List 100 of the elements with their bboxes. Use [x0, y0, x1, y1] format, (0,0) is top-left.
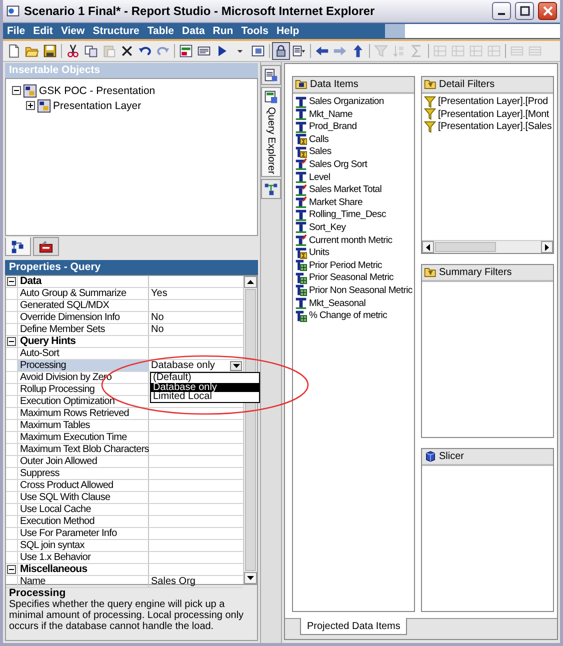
property-name[interactable]: Override Dimension Info	[18, 312, 149, 323]
toolbar-button[interactable]	[177, 42, 195, 60]
minimize-button[interactable]	[492, 2, 511, 20]
dropdown-option[interactable]: Limited Local	[151, 392, 259, 402]
property-name[interactable]: Execution Optimization	[18, 396, 149, 407]
side-tab[interactable]	[261, 179, 281, 200]
table-column-icon	[295, 259, 307, 272]
query-item[interactable]: Market Share	[295, 196, 412, 208]
property-value: Yes	[151, 288, 168, 299]
property-name[interactable]: Use SQL With Clause	[18, 492, 149, 503]
menu-item[interactable]: Structure	[88, 25, 144, 37]
close-icon	[542, 6, 552, 16]
property-name[interactable]: Maximum Text Blob Characters	[18, 444, 149, 455]
collapse-icon[interactable]	[12, 86, 21, 95]
query-item[interactable]: Level	[295, 172, 412, 183]
menu-item[interactable]: Help	[272, 25, 304, 37]
document-icon	[7, 44, 21, 58]
menu-item[interactable]: Run	[208, 25, 238, 37]
menu-item[interactable]: Table	[143, 25, 178, 37]
property-name[interactable]: Use 1.x Behavior	[18, 552, 149, 563]
menu-item[interactable]: View	[56, 25, 89, 37]
toolbar-button[interactable]	[272, 42, 290, 60]
property-value: Database only	[151, 360, 215, 371]
menu-item[interactable]: Data	[178, 25, 209, 37]
query-item[interactable]: Mkt_Name	[295, 108, 412, 120]
description-title: Processing	[9, 587, 67, 599]
property-name[interactable]: Suppress	[18, 468, 149, 479]
tab[interactable]: Projected Data Items	[300, 618, 408, 635]
menu-item[interactable]: File	[3, 25, 30, 37]
property-name[interactable]: Rollup Processing	[18, 384, 149, 395]
property-name[interactable]: Maximum Tables	[18, 420, 149, 431]
query-item[interactable]: Mkt_Seasonal	[295, 298, 412, 308]
filter-item[interactable]: [Presentation Layer].[Prod	[424, 96, 551, 107]
property-name[interactable]: Use For Parameter Info	[18, 528, 149, 539]
close-button[interactable]	[538, 2, 557, 20]
calculated-column-icon	[295, 234, 307, 246]
property-name[interactable]: SQL join syntax	[18, 540, 149, 551]
column-icon	[295, 221, 307, 234]
property-name[interactable]: Cross Product Allowed	[18, 480, 149, 491]
property-name[interactable]: Use Local Cache	[18, 504, 149, 515]
property-name[interactable]: Maximum Execution Time	[18, 432, 149, 443]
query-item[interactable]: Sales Org Sort	[295, 158, 412, 170]
calculated-column-icon	[295, 158, 307, 170]
rows-icon	[510, 44, 524, 58]
query-item[interactable]: Sales Organization	[295, 96, 412, 107]
query-item[interactable]: Sales	[295, 146, 412, 158]
collapse-icon[interactable]	[7, 277, 16, 286]
input-field[interactable]	[405, 24, 560, 38]
cube-icon	[424, 450, 437, 463]
expand-icon[interactable]	[26, 101, 35, 110]
column-icon	[295, 297, 307, 309]
property-name[interactable]: Processing	[18, 360, 149, 371]
dropdown-option[interactable]: Database only	[151, 382, 259, 392]
query-item[interactable]: Current month Metric	[295, 234, 412, 246]
measure-icon	[295, 146, 307, 158]
maximize-icon	[520, 6, 530, 16]
table-column-icon	[295, 284, 307, 296]
toolbar-button[interactable]	[41, 42, 59, 60]
maximize-button[interactable]	[515, 2, 534, 20]
query-item[interactable]: Sort_Key	[295, 222, 412, 233]
menu-item[interactable]: Edit	[29, 25, 57, 37]
property-name[interactable]: Outer Join Allowed	[18, 456, 149, 467]
side-tab[interactable]: Query Explorer	[261, 87, 281, 178]
description-text: Specifies whether the query engine will pick up a minimal amount of processing. Local processing only occurs if the database cannot handle the load.	[9, 599, 245, 632]
panel-title: Slicer	[439, 451, 464, 462]
collapse-icon[interactable]	[7, 565, 16, 574]
side-tab[interactable]	[261, 65, 281, 85]
query-item[interactable]: Sales Market Total	[295, 184, 412, 196]
filter-item[interactable]: [Presentation Layer].[Mont	[424, 108, 551, 120]
collapse-icon[interactable]	[7, 337, 16, 346]
query-item[interactable]: Prod_Brand	[295, 121, 412, 132]
query-item[interactable]: Units	[295, 247, 412, 258]
property-name[interactable]: Define Member Sets	[18, 324, 149, 335]
tree-item-label[interactable]: Presentation Layer	[53, 100, 142, 112]
query-item[interactable]: Calls	[295, 134, 412, 145]
filter-folder-icon	[424, 78, 437, 91]
dropdown-option[interactable]: (Default)	[151, 373, 259, 382]
table-column-icon	[295, 310, 307, 322]
tree-item-label[interactable]: GSK POC - Presentation	[39, 84, 156, 96]
layout-icon	[487, 44, 501, 58]
property-name[interactable]: Maximum Rows Retrieved	[18, 408, 149, 419]
dropdown-button[interactable]	[230, 360, 242, 370]
filter-item[interactable]: [Presentation Layer].[Sales	[424, 121, 551, 132]
panel-title: Data Items	[310, 79, 358, 90]
query-item[interactable]: Prior Period Metric	[295, 260, 412, 271]
query-item[interactable]: Prior Non Seasonal Metric	[295, 284, 412, 296]
menu-item[interactable]: Tools	[237, 25, 272, 37]
property-name[interactable]: Generated SQL/MDX	[18, 300, 149, 311]
scrollbar[interactable]	[422, 240, 553, 253]
panel-tab[interactable]	[33, 237, 59, 256]
filter-icon	[424, 120, 436, 133]
query-item[interactable]: Prior Seasonal Metric	[295, 272, 412, 284]
filter-icon	[374, 44, 388, 58]
query-item[interactable]: % Change of metric	[295, 310, 412, 322]
pages-icon	[292, 44, 306, 58]
query-item[interactable]: Rolling_Time_Desc	[295, 209, 412, 220]
property-name[interactable]: Auto Group & Summarize	[18, 288, 149, 299]
property-name[interactable]: Execution Method	[18, 516, 149, 527]
calculated-column-icon	[295, 184, 307, 196]
property-name[interactable]: Auto-Sort	[18, 348, 149, 359]
